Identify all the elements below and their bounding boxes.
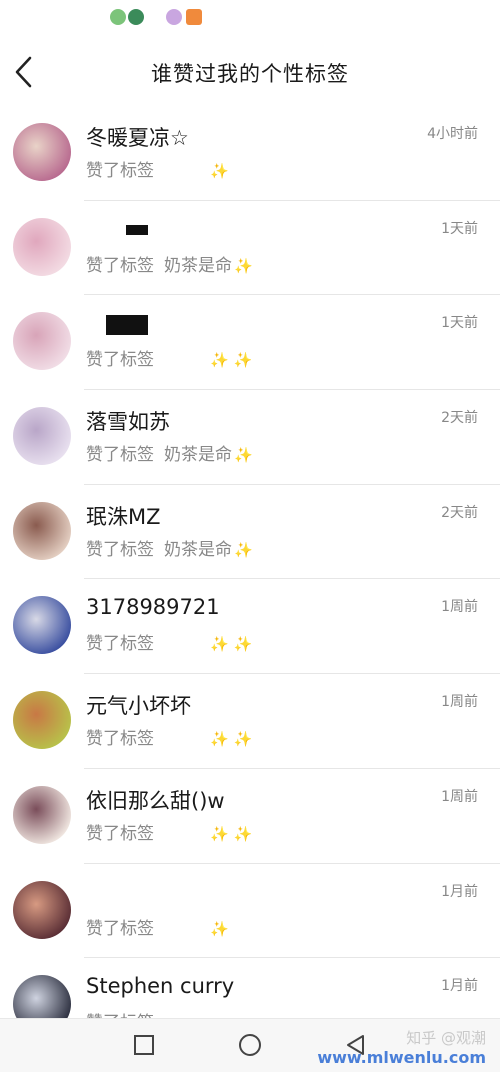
like-description: 赞了标签 奶茶是命 ✨ [86,440,253,465]
user-name: 3178989721 [86,595,220,620]
app-notification-icon [166,9,182,25]
avatar[interactable] [13,123,71,181]
like-description: 赞了标签 奶茶是命 ✨ [86,535,253,560]
header: 谁赞过我的个性标签 [0,40,500,106]
sparkle-icon: ✨ ✨ [210,351,253,370]
user-name: 元气小坏坏 [86,694,191,719]
avatar[interactable] [13,691,71,750]
timestamp: 1天前 [441,220,478,237]
watermark-site: www.mlwenlu.com [317,1048,486,1067]
page-title: 谁赞过我的个性标签 [151,62,349,86]
redaction-block [126,224,148,235]
timestamp: 1天前 [441,315,478,332]
like-description: 赞了标签 [86,1008,210,1018]
sparkle-icon: ✨ [234,540,253,559]
sparkle-icon: ✨ [210,162,229,180]
avatar[interactable] [13,312,71,371]
watermark: 知乎 @观潮 www.mlwenlu.com [317,1029,486,1068]
status-bar [0,0,500,40]
like-description: 赞了标签 ✨ ✨ [86,819,252,844]
like-prefix: 赞了标签 [86,634,154,655]
like-description: 赞了标签 ✨ [86,914,229,939]
tag-name: 奶茶是命 [164,539,232,560]
app-notification-icon [128,9,144,25]
liker-list: 冬暖夏凉☆ 4小时前 赞了标签 ✨ 1天前 赞了标签 奶茶是命 ✨ 1天前 赞了标签 ✨ ✨ 落雪如苏… [0,106,500,1018]
sparkle-icon: ✨ ✨ [210,730,253,749]
avatar[interactable] [13,501,71,560]
timestamp: 2天前 [441,410,478,427]
square-icon[interactable] [130,1031,158,1059]
avatar[interactable] [13,880,71,939]
timestamp: 2天前 [441,504,478,521]
like-prefix: 赞了标签 [86,539,154,560]
timestamp: 1月前 [441,978,478,995]
user-name: 珉洙MZ [86,504,161,529]
like-description: 赞了标签 ✨ ✨ [86,345,252,370]
list-item[interactable]: 落雪如苏 2天前赞了标签 奶茶是命 ✨ [0,390,500,485]
tag-name: 奶茶是命 [164,255,232,276]
timestamp: 1月前 [441,883,478,900]
sparkle-icon: ✨ [234,256,253,275]
sparkle-icon: ✨ ✨ [210,824,253,843]
app-notification-icon [186,9,202,25]
like-description: 赞了标签 奶茶是命 ✨ [86,251,253,276]
timestamp: 1周前 [441,599,478,616]
list-item[interactable]: 1月前赞了标签 ✨ [0,864,500,959]
circle-icon[interactable] [236,1031,264,1059]
like-prefix: 赞了标签 [86,823,154,844]
sparkle-icon: ✨ [210,919,229,938]
list-item[interactable]: 冬暖夏凉☆ 4小时前赞了标签 ✨ [0,106,500,201]
avatar[interactable] [13,785,71,844]
list-item[interactable]: 元气小坏坏 1周前赞了标签 ✨ ✨ [0,674,500,769]
list-item[interactable]: 1天前赞了标签 奶茶是命 ✨ [0,201,500,296]
tag-name: 奶茶是命 [164,445,232,466]
list-item[interactable]: 珉洙MZ 2天前赞了标签 奶茶是命 ✨ [0,485,500,580]
user-name: Stephen curry [86,974,235,999]
watermark-line1: 知乎 @观潮 [406,1029,486,1048]
list-item[interactable]: 1天前赞了标签 ✨ ✨ [0,295,500,391]
avatar[interactable] [13,975,71,1018]
avatar[interactable] [13,596,71,655]
like-description: 赞了标签 ✨ [86,156,229,181]
user-name: 依旧那么甜()w [86,788,225,813]
system-nav-bar: 知乎 @观潮 www.mlwenlu.com [0,1018,500,1072]
list-item[interactable]: 依旧那么甜()w 1周前赞了标签 ✨ ✨ [0,769,500,864]
like-prefix: 赞了标签 [86,918,154,939]
sparkle-icon: ✨ [234,446,253,465]
avatar[interactable] [13,407,71,466]
timestamp: 1周前 [441,694,478,711]
list-item[interactable]: Stephen curry 1月前赞了标签 [0,958,500,1018]
timestamp: 1周前 [441,788,478,805]
timestamp: 4小时前 [427,126,478,142]
like-description: 赞了标签 ✨ ✨ [86,724,252,749]
app-notification-icon [110,9,126,25]
redaction-block [106,315,148,336]
like-prefix: 赞了标签 [86,350,154,371]
user-name: 落雪如苏 [86,410,170,435]
like-prefix: 赞了标签 [86,445,154,466]
like-description: 赞了标签 ✨ ✨ [86,629,252,654]
like-prefix: 赞了标签 [86,255,154,276]
like-prefix: 赞了标签 [86,161,154,181]
list-item[interactable]: 3178989721 1周前赞了标签 ✨ ✨ [0,579,500,675]
sparkle-icon: ✨ ✨ [210,635,253,654]
avatar[interactable] [13,217,71,276]
user-name: 冬暖夏凉☆ [86,126,189,150]
like-prefix: 赞了标签 [86,729,154,750]
